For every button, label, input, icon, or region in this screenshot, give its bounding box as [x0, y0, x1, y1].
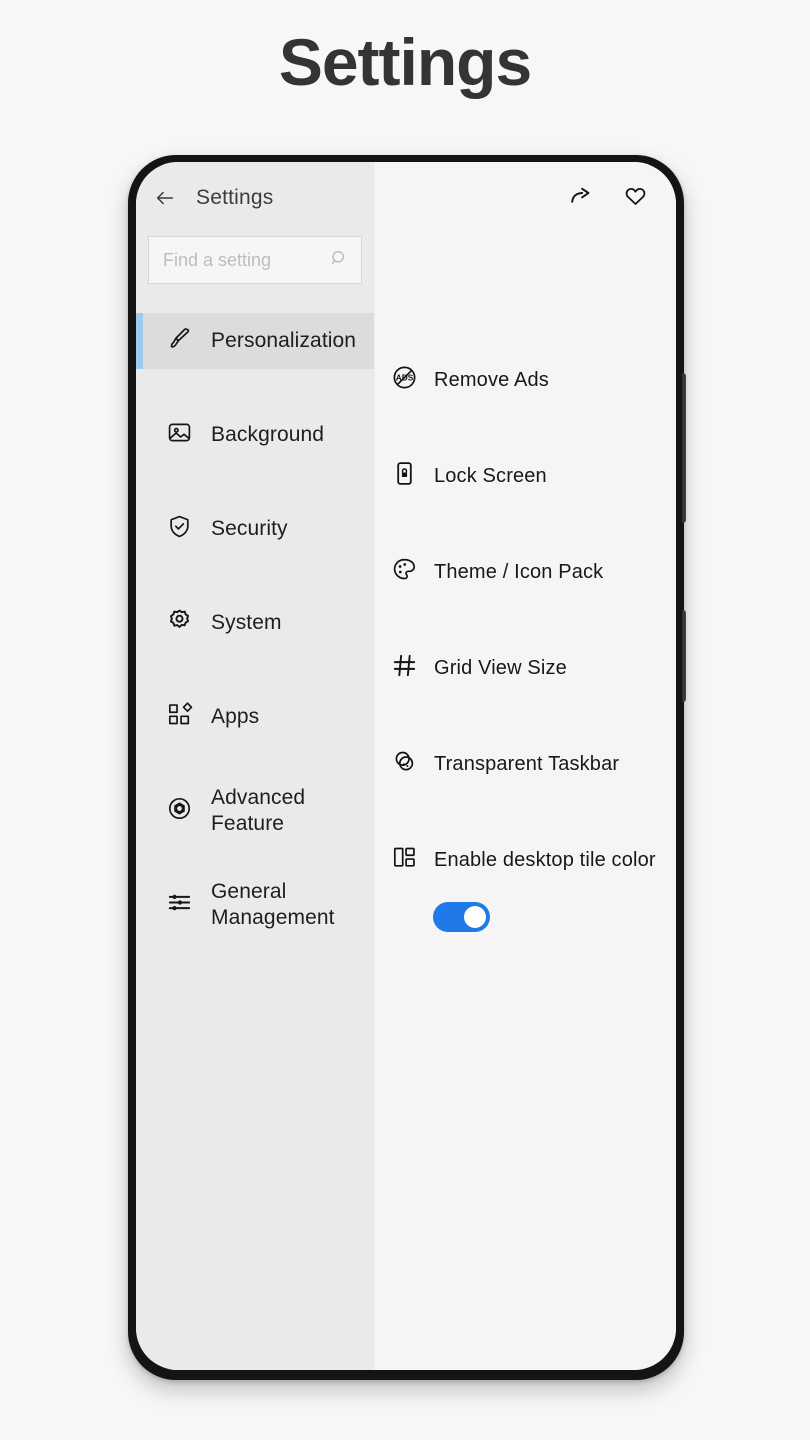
no-ads-icon: ADS: [391, 364, 418, 396]
sidebar-item-label: System: [211, 611, 282, 635]
setting-item-grid-view-size[interactable]: Grid View Size: [391, 648, 676, 688]
search-icon: [329, 248, 349, 273]
settings-list: ADS Remove Ads Lock Screen Theme / Icon …: [375, 360, 676, 932]
sidebar-item-background[interactable]: Background: [136, 407, 374, 463]
setting-item-label: Enable desktop tile color: [434, 848, 656, 871]
apps-grid-icon: [166, 701, 193, 733]
page-title: Settings: [278, 25, 532, 99]
heart-icon[interactable]: [623, 183, 648, 213]
sidebar-item-label: General Management: [211, 880, 335, 929]
setting-item-transparent-taskbar[interactable]: Transparent Taskbar: [391, 744, 676, 784]
setting-item-enable-desktop-tile-color[interactable]: Enable desktop tile color: [391, 840, 676, 880]
back-arrow-icon[interactable]: [154, 187, 176, 209]
hexagon-dot-icon: [166, 795, 193, 827]
sidebar-item-advanced-feature[interactable]: Advanced Feature: [136, 783, 374, 839]
image-icon: [166, 419, 193, 451]
gear-icon: [166, 607, 193, 639]
enable-desktop-tile-color-toggle[interactable]: [433, 902, 490, 932]
sidebar-item-security[interactable]: Security: [136, 501, 374, 557]
search-input[interactable]: [163, 249, 329, 271]
sidebar-item-apps[interactable]: Apps: [136, 689, 374, 745]
paintbrush-icon: [166, 325, 193, 357]
sidebar-item-label: Personalization: [211, 329, 357, 353]
page-root: Settings Settings Find a setting Persona…: [0, 0, 810, 1440]
phone-device-frame: Settings Find a setting Personalization …: [128, 155, 686, 1380]
toggle-knob: [464, 906, 486, 928]
search-box[interactable]: [148, 236, 362, 284]
setting-item-lock-screen[interactable]: Lock Screen: [391, 456, 676, 496]
setting-item-label: Lock Screen: [434, 464, 547, 487]
setting-item-remove-ads[interactable]: ADS Remove Ads: [391, 360, 676, 400]
sidebar-nav: Personalization Background Security Syst…: [136, 313, 374, 933]
grid-icon: [391, 652, 418, 684]
sidebar-item-general-management[interactable]: General Management: [136, 877, 374, 933]
lock-screen-icon: [391, 460, 418, 492]
setting-item-label: Remove Ads: [434, 368, 549, 391]
sidebar-item-system[interactable]: System: [136, 595, 374, 651]
phone-screen: Settings Find a setting Personalization …: [136, 162, 676, 1370]
app-header: Settings: [136, 162, 374, 234]
palette-icon: [391, 556, 418, 588]
sidebar-item-label: Apps: [211, 705, 260, 729]
app-header-title: Settings: [196, 186, 274, 209]
shield-check-icon: [166, 513, 193, 545]
tiles-icon: [391, 844, 418, 876]
sidebar-item-label: Advanced Feature: [211, 786, 306, 835]
toggle-row: [391, 902, 676, 932]
sliders-icon: [166, 889, 193, 921]
power-button[interactable]: [682, 610, 686, 702]
content-topbar: [375, 162, 676, 234]
share-icon[interactable]: [568, 183, 593, 213]
sidebar: Settings Find a setting Personalization …: [136, 162, 374, 1370]
transparency-circles-icon: [391, 748, 418, 780]
setting-item-label: Theme / Icon Pack: [434, 560, 604, 583]
svg-text:ADS: ADS: [396, 372, 414, 382]
volume-rocker-button[interactable]: [682, 373, 686, 523]
content-panel: ADS Remove Ads Lock Screen Theme / Icon …: [374, 162, 676, 1370]
setting-item-label: Transparent Taskbar: [434, 752, 620, 775]
sidebar-item-personalization[interactable]: Personalization: [136, 313, 374, 369]
sidebar-item-label: Background: [211, 423, 325, 447]
sidebar-item-label: Security: [211, 517, 288, 541]
setting-item-theme-icon-pack[interactable]: Theme / Icon Pack: [391, 552, 676, 592]
setting-item-label: Grid View Size: [434, 656, 567, 679]
